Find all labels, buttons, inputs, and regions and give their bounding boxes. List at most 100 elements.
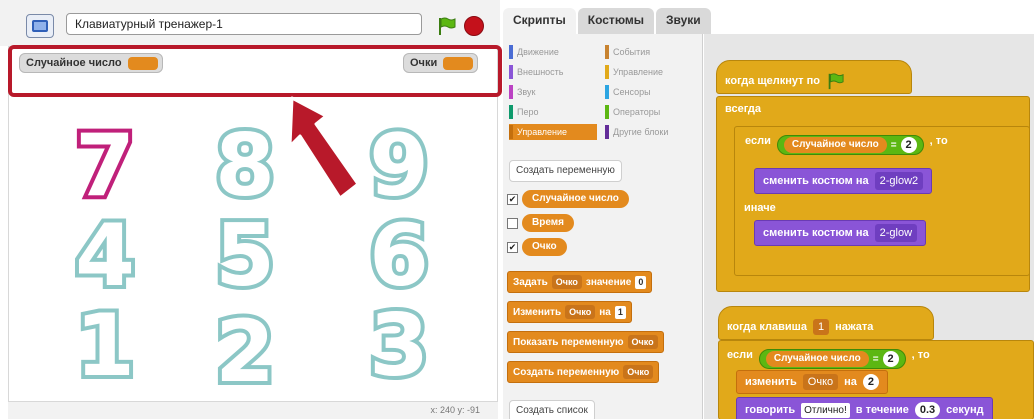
- monitor-label: Очки: [410, 57, 438, 69]
- value-input[interactable]: 0: [635, 275, 647, 289]
- set-variable-block[interactable]: Задать Очко значение 0: [507, 271, 653, 293]
- variable-reporter[interactable]: Случайное число: [522, 190, 629, 208]
- sprite-digit[interactable]: 7: [65, 119, 145, 213]
- mouse-coordinates: x: 240 y: -91: [430, 405, 480, 415]
- value-input[interactable]: 1: [614, 305, 626, 319]
- score-monitor[interactable]: Очки: [403, 53, 479, 73]
- else-label: иначе: [744, 202, 776, 214]
- category-operators[interactable]: Операторы: [605, 104, 660, 120]
- variable-dropdown[interactable]: Очко: [565, 305, 596, 319]
- equals-operator[interactable]: Случайное число = 2: [776, 135, 924, 155]
- change-variable-block[interactable]: Изменить Очко на 1: [507, 301, 632, 323]
- sprite-digit[interactable]: 5: [205, 209, 285, 303]
- category-sound[interactable]: Звук: [509, 84, 535, 100]
- category-events[interactable]: События: [605, 44, 650, 60]
- block-text: если: [745, 135, 771, 147]
- variable-checkbox[interactable]: [507, 217, 518, 229]
- tab-scripts[interactable]: Скрипты: [503, 8, 576, 34]
- block-text: когда щелкнут по: [725, 75, 820, 87]
- block-text: Показать переменную: [513, 336, 624, 348]
- stop-button[interactable]: [464, 16, 484, 36]
- hide-variable-block[interactable]: Создать переменную Очко: [507, 361, 660, 383]
- variable-dropdown[interactable]: Очко: [627, 335, 658, 349]
- sprite-digit[interactable]: 9: [359, 119, 439, 213]
- variable-row: ✔ Случайное число: [507, 189, 629, 209]
- variable-checkbox[interactable]: ✔: [507, 241, 518, 253]
- category-list: Движение События Внешность Управление Зв…: [509, 42, 699, 146]
- switch-costume-block[interactable]: сменить костюм на 2-glow: [754, 220, 927, 246]
- sprite-digit[interactable]: 3: [359, 299, 439, 393]
- tab-sounds[interactable]: Звуки: [656, 8, 711, 34]
- category-data[interactable]: Управление: [509, 124, 597, 140]
- monitor-value: [443, 56, 474, 70]
- project-title-input[interactable]: Клавиатурный тренажер-1: [66, 13, 422, 35]
- block-text: в течение: [855, 404, 909, 416]
- category-pen[interactable]: Перо: [509, 104, 539, 120]
- stage-toolbar: Клавиатурный тренажер-1: [0, 0, 500, 46]
- create-list-button[interactable]: Создать список: [509, 400, 595, 419]
- costume-dropdown[interactable]: 2-glow: [874, 224, 918, 242]
- scripts-area[interactable]: когда щелкнут по всегда если Случайное ч…: [704, 34, 1034, 419]
- stage-footer: x: 240 y: -91: [8, 402, 498, 419]
- category-more-blocks[interactable]: Другие блоки: [605, 124, 668, 140]
- block-text: Задать: [513, 276, 548, 288]
- operator-symbol: =: [872, 353, 879, 365]
- sprite-digit[interactable]: 6: [359, 209, 439, 303]
- variable-dropdown[interactable]: Очко: [551, 275, 582, 289]
- green-flag-icon: [828, 73, 844, 90]
- show-variable-block[interactable]: Показать переменную Очко: [507, 331, 664, 353]
- block-text: , то: [929, 135, 948, 147]
- when-key-pressed-block[interactable]: когда клавиша 1 нажата: [718, 306, 934, 340]
- value-input[interactable]: 2: [900, 137, 917, 153]
- sprite-digit[interactable]: 8: [205, 119, 285, 213]
- variable-dropdown[interactable]: Очко: [623, 365, 654, 379]
- block-text: сменить костюм на: [763, 175, 869, 187]
- presentation-mode-button[interactable]: [26, 14, 54, 38]
- if-else-block[interactable]: если Случайное число = 2 , то: [734, 126, 1030, 276]
- change-variable-block[interactable]: изменить Очко на 2: [736, 370, 889, 394]
- block-text: секунд: [946, 404, 984, 416]
- block-text: на: [599, 306, 611, 318]
- variable-dropdown[interactable]: Очко: [802, 374, 839, 390]
- variable-row: ✔ Очко: [507, 237, 567, 257]
- block-text: значение: [585, 276, 632, 288]
- switch-costume-block[interactable]: сменить костюм на 2-glow2: [754, 168, 933, 194]
- category-sensing[interactable]: Сенсоры: [605, 84, 651, 100]
- equals-operator[interactable]: Случайное число = 2: [758, 349, 906, 369]
- category-motion[interactable]: Движение: [509, 44, 559, 60]
- tab-costumes[interactable]: Костюмы: [577, 8, 655, 34]
- block-text: всегда: [725, 103, 761, 115]
- variable-reporter[interactable]: Случайное число: [783, 137, 887, 153]
- variable-row: Время: [507, 213, 574, 233]
- block-text: сменить костюм на: [763, 227, 869, 239]
- category-control[interactable]: Управление: [605, 64, 663, 80]
- block-text: когда клавиша: [727, 321, 807, 333]
- when-flag-clicked-block[interactable]: когда щелкнут по: [716, 60, 912, 94]
- create-variable-button[interactable]: Создать переменную: [509, 160, 622, 182]
- editor-tabs: Скрипты Костюмы Звуки: [503, 8, 711, 34]
- variable-checkbox[interactable]: ✔: [507, 193, 518, 205]
- value-input[interactable]: 2: [862, 374, 880, 390]
- block-text: Создать переменную: [513, 366, 620, 378]
- variable-reporter[interactable]: Очко: [522, 238, 567, 256]
- sprite-digit[interactable]: 2: [205, 305, 285, 399]
- stage[interactable]: Случайное число Очки 7 8 9 4 5 6 1 2 3: [8, 46, 498, 402]
- block-text: , то: [911, 349, 930, 361]
- block-text: если: [727, 349, 753, 361]
- variable-reporter[interactable]: Случайное число: [765, 351, 869, 367]
- say-for-secs-block[interactable]: говорить Отлично! в течение 0.3 секунд: [736, 397, 993, 419]
- sprite-digit[interactable]: 1: [65, 299, 145, 393]
- random-number-monitor[interactable]: Случайное число: [19, 53, 163, 73]
- sprite-digit[interactable]: 4: [65, 209, 145, 303]
- key-dropdown[interactable]: 1: [812, 319, 830, 335]
- block-text: Изменить: [513, 306, 562, 318]
- say-text-input[interactable]: Отлично!: [801, 402, 850, 418]
- category-looks[interactable]: Внешность: [509, 64, 564, 80]
- green-flag-button[interactable]: [436, 16, 456, 36]
- seconds-input[interactable]: 0.3: [914, 402, 941, 418]
- value-input[interactable]: 2: [882, 351, 899, 367]
- variable-reporter[interactable]: Время: [522, 214, 574, 232]
- blocks-palette: Движение События Внешность Управление Зв…: [503, 34, 703, 419]
- presentation-icon: [32, 20, 48, 32]
- costume-dropdown[interactable]: 2-glow2: [874, 172, 924, 190]
